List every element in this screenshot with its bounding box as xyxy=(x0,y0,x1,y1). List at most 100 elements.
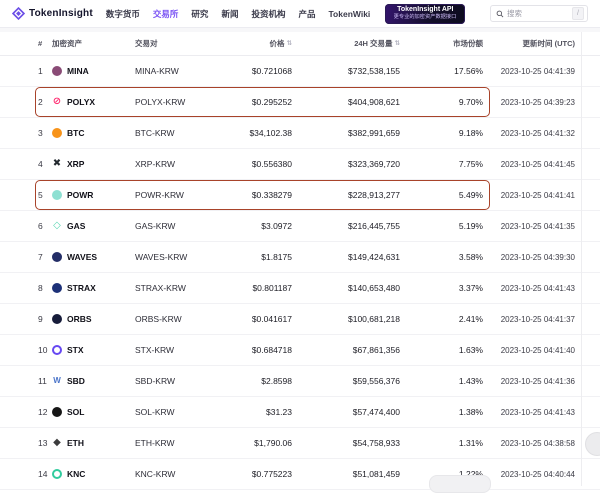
asset-cell: POWR xyxy=(52,190,135,200)
tokeninsight-logo-icon xyxy=(12,7,25,20)
table-row[interactable]: 1 MINA MINA-KRW $0.721068 $732,538,155 1… xyxy=(0,56,600,87)
asset-cell: ◇ GAS xyxy=(52,220,135,232)
header-pair: 交易对 xyxy=(135,39,158,48)
trading-pair: MINA-KRW xyxy=(135,66,179,76)
asset-symbol: STX xyxy=(67,345,84,355)
rank-number: 14 xyxy=(38,469,48,479)
trading-pair: STRAX-KRW xyxy=(135,283,186,293)
asset-symbol: MINA xyxy=(67,66,89,76)
rank-number: 4 xyxy=(38,159,43,169)
asset-symbol: SOL xyxy=(67,407,85,417)
trading-pair: WAVES-KRW xyxy=(135,252,188,262)
trading-pair: XRP-KRW xyxy=(135,159,175,169)
orbs-coin-icon xyxy=(52,314,62,324)
nav-item-6[interactable]: TokenWiki xyxy=(328,9,370,19)
rank-number: 6 xyxy=(38,221,43,231)
asset-cell: ⊘ POLYX xyxy=(52,96,135,108)
waves-coin-icon xyxy=(52,252,62,262)
market-share: 2.41% xyxy=(458,314,483,324)
price: $0.775223 xyxy=(251,469,292,479)
market-share: 3.58% xyxy=(458,252,483,262)
polyx-coin-icon: ⊘ xyxy=(52,96,62,107)
nav-item-5[interactable]: 产品 xyxy=(298,8,315,20)
updated-time: 2023-10-25 04:40:44 xyxy=(500,469,575,479)
price: $0.556380 xyxy=(251,159,292,169)
table-row[interactable]: 12 SOL SOL-KRW $31.23 $57,474,400 1.38% … xyxy=(0,397,600,428)
api-badge-button[interactable]: TokenInsight API 更专业的加密资产数据接口 xyxy=(385,3,466,24)
rank-number: 12 xyxy=(38,407,48,417)
xrp-coin-icon: ✖ xyxy=(52,158,62,169)
volume-24h: $140,653,480 xyxy=(348,283,400,293)
trading-pair: POLYX-KRW xyxy=(135,97,186,107)
rank-number: 8 xyxy=(38,283,43,293)
knc-coin-icon xyxy=(52,469,62,479)
brand[interactable]: TokenInsight xyxy=(12,7,93,20)
table-row[interactable]: 13 ◆ ETH ETH-KRW $1,790.06 $54,758,933 1… xyxy=(0,428,600,459)
table-row[interactable]: 9 ORBS ORBS-KRW $0.041617 $100,681,218 2… xyxy=(0,304,600,335)
price: $0.684718 xyxy=(251,345,292,355)
nav-item-3[interactable]: 新闻 xyxy=(221,8,238,20)
table-row[interactable]: 14 KNC KNC-KRW $0.775223 $51,081,459 1.2… xyxy=(0,459,600,490)
rank-number: 7 xyxy=(38,252,43,262)
table-row[interactable]: 5 POWR POWR-KRW $0.338279 $228,913,277 5… xyxy=(0,180,600,211)
sol-coin-icon xyxy=(52,407,62,417)
volume-24h: $216,445,755 xyxy=(348,221,400,231)
header-asset: 加密资产 xyxy=(52,39,82,48)
nav-item-0[interactable]: 数字货币 xyxy=(106,8,140,20)
nav-item-1[interactable]: 交易所 xyxy=(153,8,179,20)
rank-number: 13 xyxy=(38,438,48,448)
trading-pair: GAS-KRW xyxy=(135,221,176,231)
rank-number: 1 xyxy=(38,66,43,76)
updated-time: 2023-10-25 04:41:35 xyxy=(500,221,575,231)
market-share: 5.49% xyxy=(458,190,483,200)
trading-pair: STX-KRW xyxy=(135,345,175,355)
price: $0.338279 xyxy=(251,190,292,200)
table-row[interactable]: 6 ◇ GAS GAS-KRW $3.0972 $216,445,755 5.1… xyxy=(0,211,600,242)
header-share: 市场份额 xyxy=(453,39,483,48)
market-share: 1.63% xyxy=(458,345,483,355)
table-row[interactable]: 2 ⊘ POLYX POLYX-KRW $0.295252 $404,908,6… xyxy=(0,87,600,118)
table-row[interactable]: 8 STRAX STRAX-KRW $0.801187 $140,653,480… xyxy=(0,273,600,304)
api-badge-title: TokenInsight API xyxy=(397,5,454,13)
header-price-sort[interactable]: 价格 ⇅ xyxy=(235,38,292,49)
nav-menu: 数字货币 交易所 研究 新闻 投资机构 产品 TokenWiki xyxy=(106,8,370,20)
table-header-row: # 加密资产 交易对 价格 ⇅ 24H 交易量 ⇅ 市场份额 更新时间 (UTC) xyxy=(0,32,600,56)
price: $1.8175 xyxy=(261,252,292,262)
volume-24h: $149,424,631 xyxy=(348,252,400,262)
nav-item-2[interactable]: 研究 xyxy=(191,8,208,20)
gas-coin-icon: ◇ xyxy=(53,220,61,231)
asset-symbol: POLYX xyxy=(67,97,96,107)
sbd-coin-icon: W xyxy=(53,376,61,385)
table-row[interactable]: 10 STX STX-KRW $0.684718 $67,861,356 1.6… xyxy=(0,335,600,366)
price: $34,102.38 xyxy=(249,128,292,138)
asset-symbol: SBD xyxy=(67,376,85,386)
price: $1,790.06 xyxy=(254,438,292,448)
rank-number: 2 xyxy=(38,97,43,107)
asset-cell: BTC xyxy=(52,128,135,138)
table-row[interactable]: 11 W SBD SBD-KRW $2.8598 $59,556,376 1.4… xyxy=(0,366,600,397)
table-row[interactable]: 4 ✖ XRP XRP-KRW $0.556380 $323,369,720 7… xyxy=(0,149,600,180)
asset-cell: W SBD xyxy=(52,376,135,386)
market-share: 9.18% xyxy=(458,128,483,138)
eth-coin-icon: ◆ xyxy=(53,437,61,448)
table-row[interactable]: 3 BTC BTC-KRW $34,102.38 $382,991,659 9.… xyxy=(0,118,600,149)
rank-number: 5 xyxy=(38,190,43,200)
search-box[interactable]: / xyxy=(490,5,588,22)
stx-coin-icon xyxy=(52,345,62,355)
asset-cell: ◆ ETH xyxy=(52,437,135,449)
asset-symbol: GAS xyxy=(67,221,86,231)
asset-cell: STRAX xyxy=(52,283,135,293)
asset-symbol: STRAX xyxy=(67,283,96,293)
nav-item-4[interactable]: 投资机构 xyxy=(251,8,285,20)
updated-time: 2023-10-25 04:41:36 xyxy=(500,376,575,386)
table-row[interactable]: 7 WAVES WAVES-KRW $1.8175 $149,424,631 3… xyxy=(0,242,600,273)
updated-time: 2023-10-25 04:41:43 xyxy=(500,283,575,293)
volume-24h: $67,861,356 xyxy=(352,345,400,355)
volume-24h: $382,991,659 xyxy=(348,128,400,138)
search-input[interactable] xyxy=(507,9,569,18)
updated-time: 2023-10-25 04:39:23 xyxy=(500,97,575,107)
rank-number: 10 xyxy=(38,345,48,355)
header-volume-sort[interactable]: 24H 交易量 ⇅ xyxy=(292,38,400,49)
table-right-divider xyxy=(581,32,582,486)
volume-24h: $228,913,277 xyxy=(348,190,400,200)
